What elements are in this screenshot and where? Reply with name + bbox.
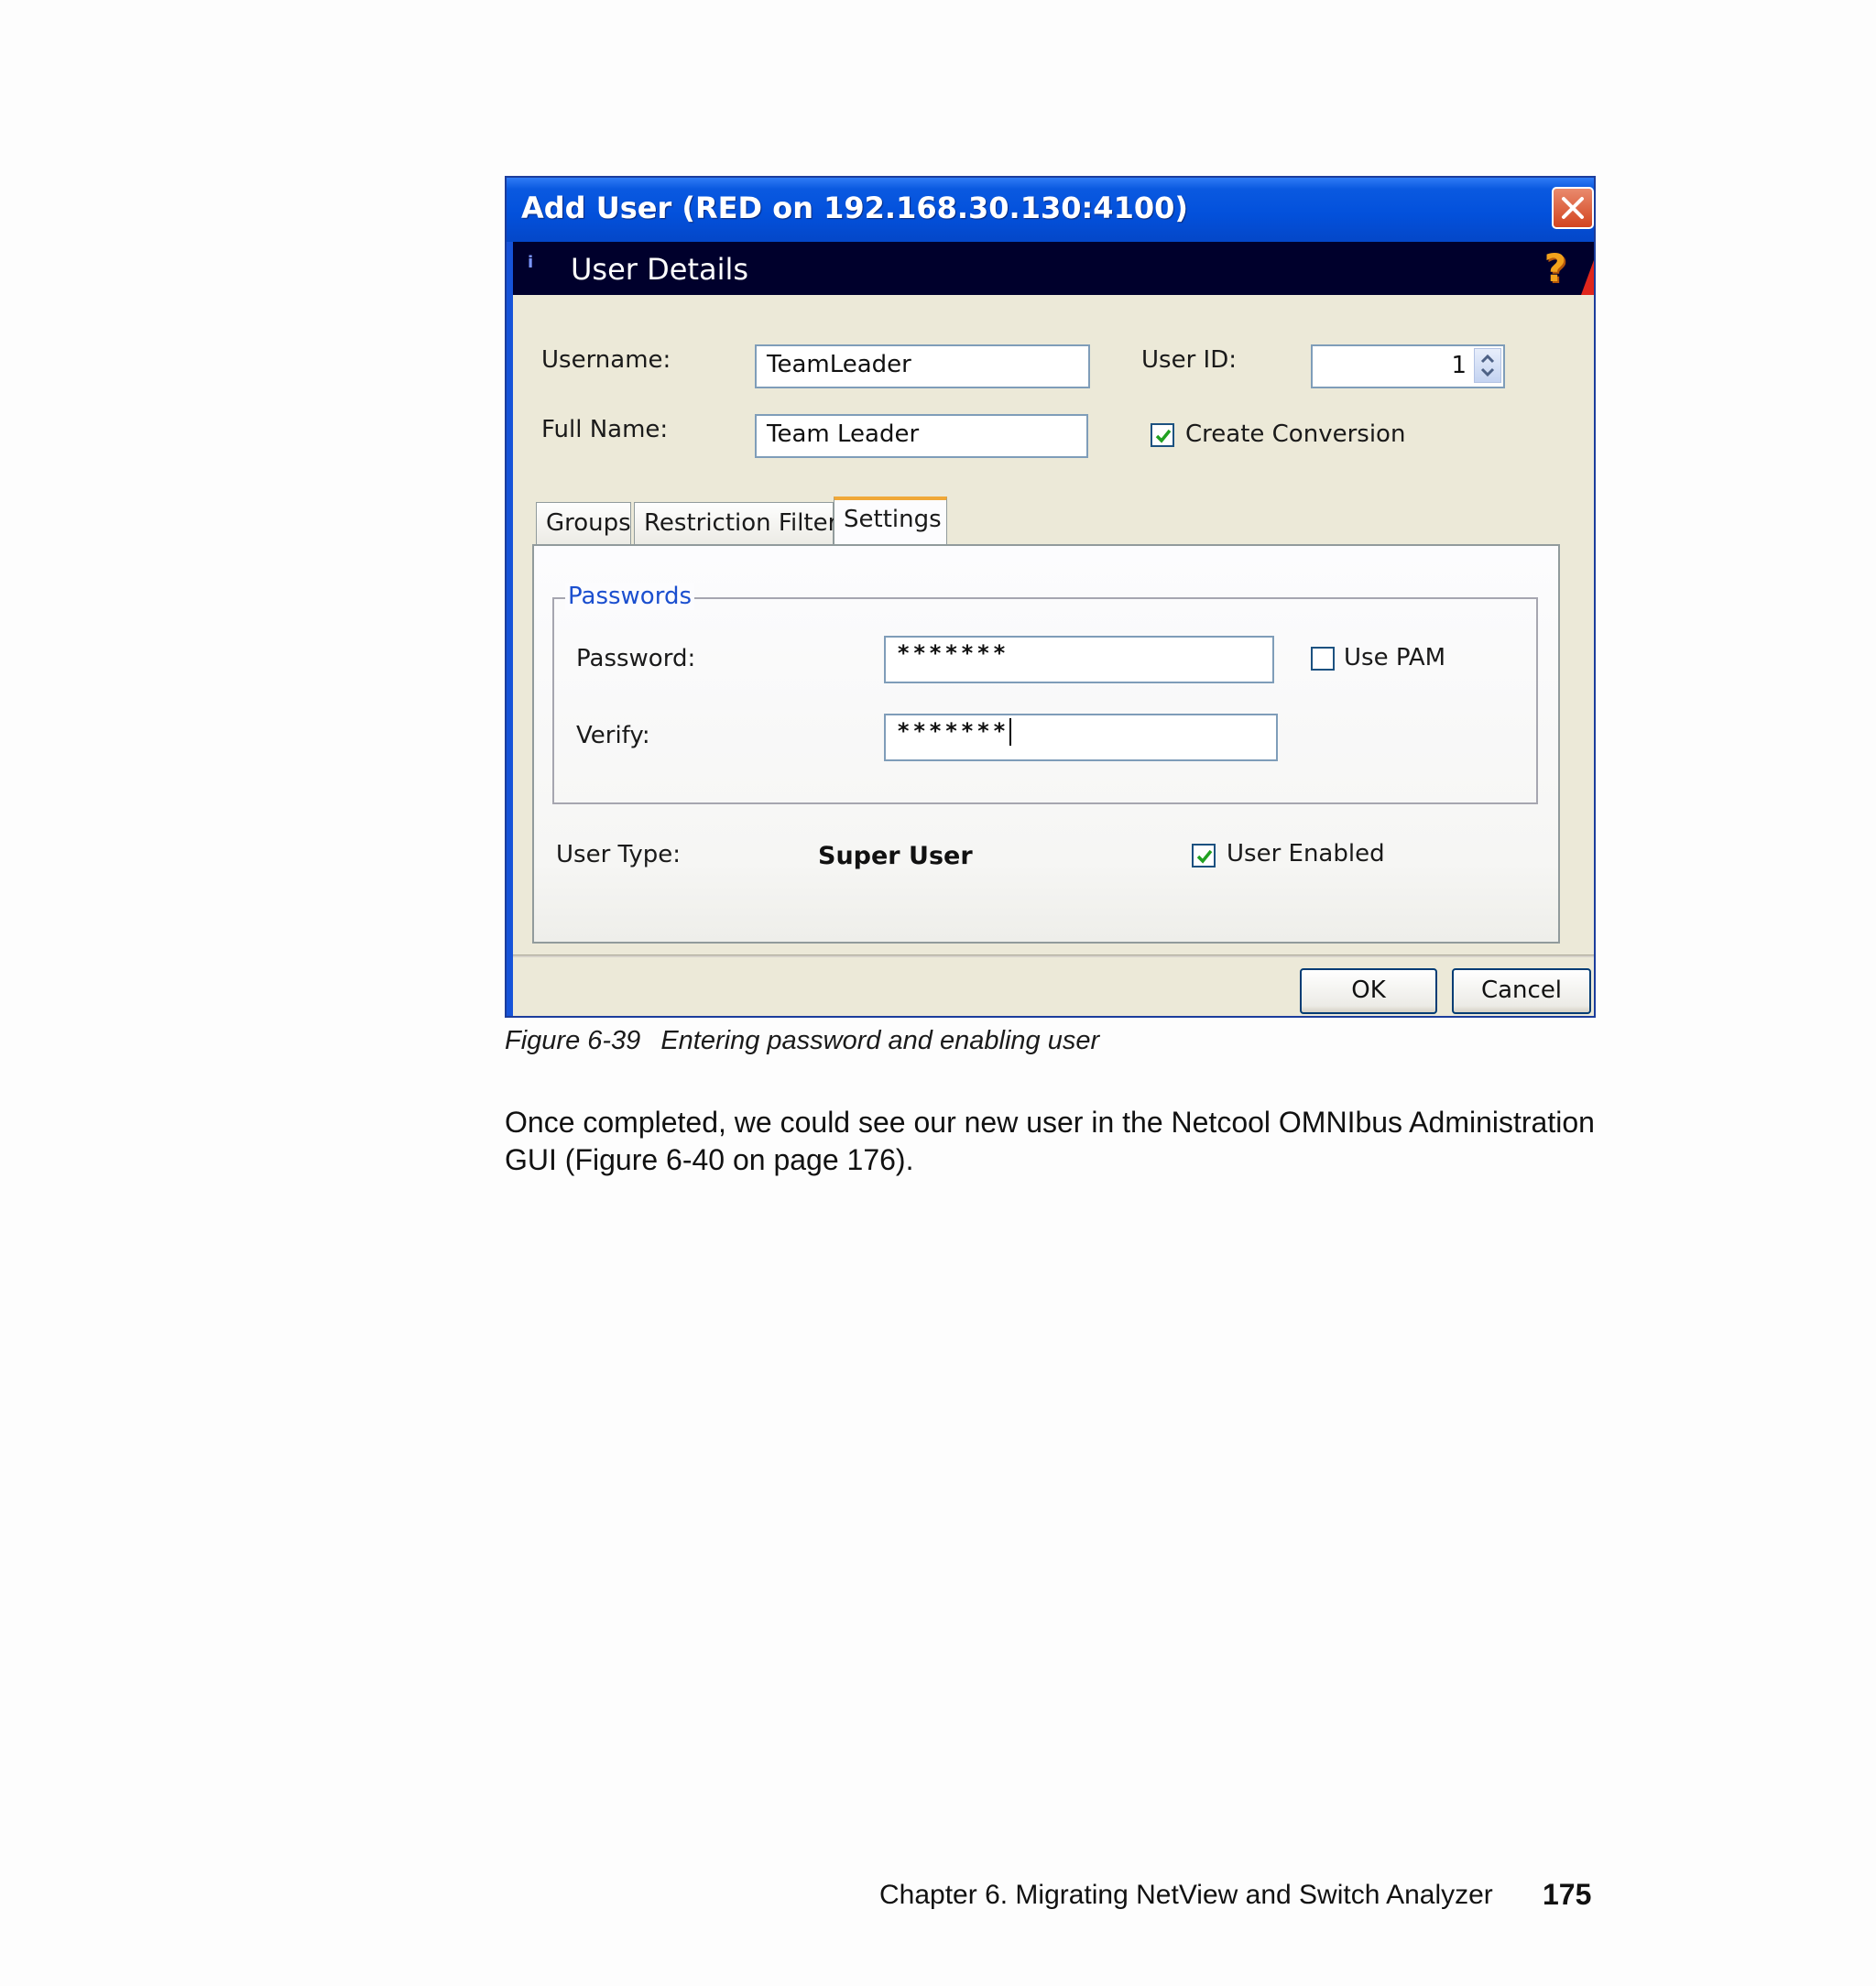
figure-number: Figure 6-39 (505, 1026, 641, 1055)
body-paragraph: Once completed, we could see our new use… (505, 1106, 1595, 1176)
cancel-button[interactable]: Cancel (1452, 968, 1591, 1014)
verify-field[interactable]: ******* (884, 714, 1278, 761)
password-field[interactable]: ******* (884, 636, 1274, 683)
verify-label: Verify: (576, 722, 650, 749)
fullname-field[interactable]: Team Leader (755, 414, 1088, 458)
use-pam-label[interactable]: Use PAM (1344, 644, 1445, 671)
help-icon[interactable]: ? (1544, 246, 1566, 290)
page-number: 175 (1543, 1878, 1592, 1911)
text-caret (1009, 718, 1012, 746)
user-enabled-checkbox[interactable] (1192, 844, 1216, 868)
verify-value: ******* (897, 718, 1009, 744)
info-icon: i (528, 253, 534, 272)
userid-value: 1 (1451, 352, 1467, 379)
left-stripe (507, 242, 513, 1016)
figure-caption-text: Entering password and enabling user (660, 1026, 1100, 1055)
settings-tab-panel: Passwords Password: ******* Use PAM Veri… (532, 544, 1560, 944)
user-enabled-label[interactable]: User Enabled (1227, 840, 1385, 868)
banner-title: User Details (571, 252, 749, 287)
password-label: Password: (576, 645, 696, 672)
corner-flag-icon (1581, 260, 1594, 295)
close-button[interactable] (1552, 187, 1594, 229)
username-field[interactable]: TeamLeader (755, 344, 1090, 388)
use-pam-checkbox[interactable] (1311, 647, 1335, 671)
tab-restriction-filters[interactable]: Restriction Filters (634, 502, 850, 544)
userid-spinner[interactable]: 1 (1311, 344, 1505, 388)
title-bar[interactable]: Add User (RED on 192.168.30.130:4100) (507, 178, 1594, 242)
close-icon (1562, 197, 1584, 219)
tab-settings[interactable]: Settings (834, 496, 947, 544)
tab-groups[interactable]: Groups (536, 502, 631, 544)
create-conversion-checkbox[interactable] (1151, 423, 1174, 447)
window-title: Add User (RED on 192.168.30.130:4100) (521, 191, 1188, 225)
user-type-label: User Type: (556, 841, 682, 868)
checkmark-icon (1196, 849, 1213, 864)
ok-button[interactable]: OK (1300, 968, 1437, 1014)
userid-label: User ID: (1141, 346, 1237, 374)
passwords-groupbox: Passwords Password: ******* Use PAM Veri… (552, 583, 1538, 804)
user-details-banner: i User Details ? (513, 242, 1594, 295)
checkmark-icon (1155, 429, 1172, 443)
add-user-dialog: Add User (RED on 192.168.30.130:4100) i … (505, 176, 1596, 1018)
passwords-legend: Passwords (565, 583, 694, 610)
figure-caption: Figure 6-39 Entering password and enablin… (505, 1026, 1099, 1056)
spinner-arrows-icon (1480, 354, 1495, 377)
create-conversion-label[interactable]: Create Conversion (1185, 420, 1405, 448)
spinner-arrows[interactable] (1474, 348, 1501, 383)
user-type-value: Super User (818, 842, 973, 870)
page-footer-chapter: Chapter 6. Migrating NetView and Switch … (879, 1880, 1493, 1910)
button-bar-separator (513, 955, 1594, 957)
username-label: Username: (541, 346, 671, 374)
fullname-label: Full Name: (541, 416, 669, 443)
